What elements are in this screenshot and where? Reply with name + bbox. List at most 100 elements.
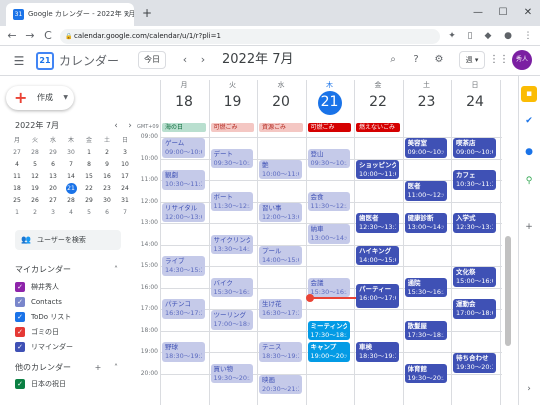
checkbox-icon[interactable]: ✓ [15,379,25,389]
my-calendars-title[interactable]: マイカレンダー [15,264,71,276]
day-number[interactable]: 24 [463,91,487,115]
create-button[interactable]: + 作成 ▼ [6,86,74,110]
allday-event[interactable]: 海の日 [162,123,206,132]
calendar-list-item[interactable]: ✓ ToDo リスト [15,310,71,324]
mini-day[interactable]: 29 [80,195,98,207]
mini-day[interactable]: 30 [62,147,80,159]
mini-day[interactable]: 16 [98,171,116,183]
mini-day[interactable]: 7 [62,159,80,171]
mini-day[interactable]: 9 [98,159,116,171]
extensions-icon[interactable]: ✦ [444,28,460,44]
avatar[interactable]: 秀人 [512,50,532,70]
day-number[interactable]: 19 [221,91,245,115]
calendar-event[interactable]: 待ち合わせ19:30～20:30 [453,353,496,373]
calendar-event[interactable]: 買い物19:30～20:30 [210,363,253,384]
mini-day[interactable]: 30 [98,195,116,207]
view-selector[interactable]: 週 ▾ [459,51,485,69]
calendar-event[interactable]: 文化祭15:00～16:00 [453,267,496,287]
mini-day[interactable]: 22 [80,183,98,195]
calendar-event[interactable]: プール14:00～15:00 [259,245,302,265]
mini-day[interactable]: 27 [44,195,62,207]
minimize-button[interactable]: — [466,0,490,26]
calendar-event[interactable]: 納車13:00～14:00 [307,224,350,244]
maximize-button[interactable]: ☐ [491,0,515,26]
mini-day[interactable]: 2 [26,207,44,219]
calendar-event[interactable]: 運動会17:00～18:00 [453,299,496,319]
calendar-event[interactable]: 観劇10:30～11:30 [162,170,205,190]
mini-day[interactable]: 12 [26,171,44,183]
sidebar-toggle-icon[interactable]: ▯ [462,28,478,44]
calendar-event[interactable]: テニス18:30～19:30 [259,342,302,362]
day-number[interactable]: 23 [415,91,439,115]
mini-day[interactable]: 1 [8,207,26,219]
calendar-event[interactable]: カフェ10:30～11:30 [453,170,496,190]
calendar-event[interactable]: 艶10:00～11:00 [259,159,302,179]
calendar-event[interactable]: 体育館19:30～20:30 [404,363,447,384]
new-tab-button[interactable]: + [138,3,156,23]
mini-day[interactable]: 10 [116,159,134,171]
calendar-event[interactable]: 散髪屋17:30～18:30 [404,320,447,341]
calendar-event[interactable]: 会食11:30～12:30 [307,191,350,212]
keep-icon[interactable]: ▪ [521,86,537,102]
mini-day[interactable]: 1 [80,147,98,159]
mini-day[interactable]: 11 [8,171,26,183]
mini-day[interactable]: 8 [80,159,98,171]
settings-gear-icon[interactable]: ⚙ [430,51,448,69]
calendar-event[interactable]: キャンプ19:00～20:00 [307,342,350,362]
checkbox-icon[interactable]: ✓ [15,282,25,292]
calendar-event[interactable]: ハイキング14:00～15:00 [356,245,399,265]
help-icon[interactable]: ? [407,51,425,69]
calendar-list-item[interactable]: ✓ 榊井秀人 [15,280,59,294]
mini-day[interactable]: 21 [65,183,77,194]
allday-event[interactable]: 可燃ごみ [210,123,254,132]
mini-day[interactable]: 14 [62,171,80,183]
calendar-event[interactable]: 野球18:30～19:30 [162,342,205,362]
mini-day[interactable]: 4 [62,207,80,219]
calendar-event[interactable]: ショッピング10:00～11:00 [356,159,399,179]
allday-event[interactable]: 資源ごみ [259,123,303,132]
allday-event[interactable]: 燃えないごみ [356,123,400,132]
mini-day[interactable]: 7 [116,207,134,219]
mini-day[interactable]: 6 [44,159,62,171]
mini-day[interactable]: 4 [8,159,26,171]
day-number[interactable]: 18 [172,91,196,115]
calendar-event[interactable]: ミーティング17:30～18:30 [307,320,350,341]
back-button[interactable]: ← [4,26,20,46]
mini-day[interactable]: 2 [98,147,116,159]
profile-icon[interactable]: ● [500,28,516,44]
day-header-21[interactable]: 木 21 [306,80,354,122]
window-close-button[interactable]: ✕ [516,0,540,26]
calendar-event[interactable]: 登山09:30～10:30 [307,148,350,169]
calendar-list-item[interactable]: ✓ Contacts [15,295,62,309]
calendar-event[interactable]: 美容室09:00～10:00 [404,138,447,158]
allday-event[interactable]: 可燃ごみ [307,123,351,132]
tab-close-icon[interactable]: × [123,3,130,26]
day-number[interactable]: 20 [269,91,293,115]
mini-day[interactable]: 31 [116,195,134,207]
calendar-list-item[interactable]: ✓ ゴミの日 [15,325,59,339]
day-header-22[interactable]: 金 22 [354,80,402,122]
calendar-event[interactable]: パーティー16:00～17:00 [356,284,399,308]
calendar-event[interactable]: 会議15:30～16:30 [307,277,350,298]
mini-day[interactable]: 28 [62,195,80,207]
day-header-19[interactable]: 火 19 [209,80,257,122]
mini-day[interactable]: 5 [80,207,98,219]
day-number[interactable]: 22 [366,91,390,115]
day-header-20[interactable]: 水 20 [257,80,305,122]
calendar-event[interactable]: 医者11:00～12:00 [404,181,447,201]
prev-week-icon[interactable]: ‹ [178,52,192,68]
mini-day[interactable]: 3 [44,207,62,219]
mini-day[interactable]: 24 [116,183,134,195]
main-menu-icon[interactable]: ☰ [11,53,27,69]
mini-day[interactable]: 27 [8,147,26,159]
calendar-event[interactable]: サイクリング13:30～14:30 [210,234,253,255]
mini-day[interactable]: 5 [26,159,44,171]
mini-prev-icon[interactable]: ‹ [110,120,122,132]
calendar-event[interactable]: 車検18:30～19:30 [356,342,399,362]
calendar-event[interactable]: 入学式12:30～13:30 [453,213,496,233]
calendar-event[interactable]: ツーリング17:00～18:00 [210,310,253,330]
mini-day[interactable]: 25 [8,195,26,207]
maps-icon[interactable]: ⚲ [521,173,537,189]
mini-day[interactable]: 3 [116,147,134,159]
mini-day[interactable]: 6 [98,207,116,219]
